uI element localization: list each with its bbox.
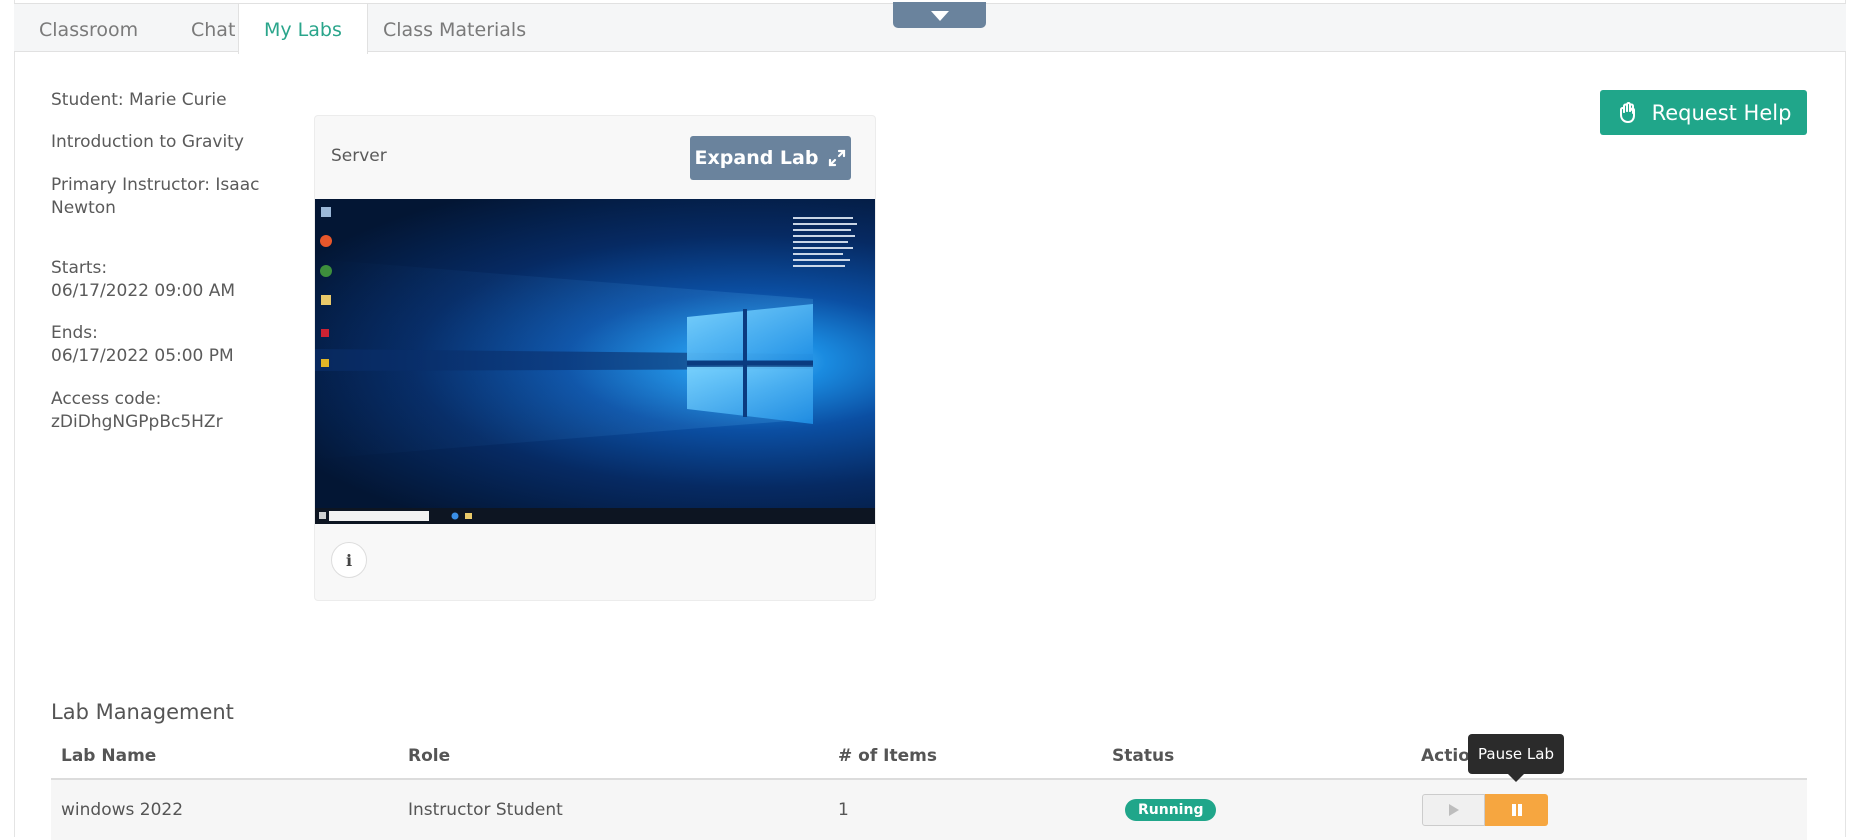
starts-value: 06/17/2022 09:00 AM bbox=[51, 281, 236, 301]
start-lab-button[interactable] bbox=[1422, 794, 1485, 826]
request-help-label: Request Help bbox=[1651, 100, 1792, 125]
tooltip-arrow bbox=[1508, 774, 1524, 782]
cell-lab-name: windows 2022 bbox=[61, 800, 184, 820]
ends-value: 06/17/2022 05:00 PM bbox=[51, 346, 234, 366]
lab-management-title: Lab Management bbox=[51, 700, 234, 724]
tab-my-labs[interactable]: My Labs bbox=[238, 4, 368, 54]
instructor-line-2: Newton bbox=[51, 198, 116, 218]
column-lab-name: Lab Name bbox=[61, 746, 157, 766]
expand-lab-label: Expand Lab bbox=[694, 147, 819, 169]
access-code-label: Access code: bbox=[51, 389, 162, 409]
taskbar-search-box bbox=[329, 511, 429, 521]
server-label: Server bbox=[331, 146, 387, 166]
column-role: Role bbox=[408, 746, 451, 766]
app-icon-2 bbox=[321, 359, 329, 367]
tab-classroom[interactable]: Classroom bbox=[14, 4, 163, 52]
course-title: Introduction to Gravity bbox=[51, 132, 244, 152]
cell-items: 1 bbox=[838, 800, 849, 820]
windows-desktop-image bbox=[315, 207, 875, 524]
column-status: Status bbox=[1112, 746, 1175, 766]
info-icon[interactable]: i bbox=[331, 542, 367, 578]
table-row: windows 2022 Instructor Student 1 Runnin… bbox=[51, 780, 1807, 840]
lab-card: Server Expand Lab i bbox=[314, 115, 876, 601]
pause-icon bbox=[1511, 804, 1522, 816]
page-frame bbox=[14, 0, 1846, 837]
lab-screen-preview[interactable] bbox=[315, 199, 875, 524]
ends-label: Ends: bbox=[51, 323, 98, 343]
recycle-bin-icon bbox=[321, 207, 331, 217]
hand-icon bbox=[1619, 101, 1635, 123]
chevron-down-icon bbox=[931, 11, 949, 21]
folder-icon bbox=[321, 295, 331, 305]
tab-class-materials[interactable]: Class Materials bbox=[358, 4, 551, 52]
windows-start-icon bbox=[319, 512, 326, 519]
expand-arrows-icon bbox=[829, 149, 846, 167]
access-code-value: zDiDhgNGPpBc5HZr bbox=[51, 412, 223, 432]
column-items: # of Items bbox=[838, 746, 937, 766]
collapse-toggle-button[interactable] bbox=[893, 2, 986, 28]
pause-lab-button[interactable] bbox=[1485, 794, 1548, 826]
app-icon bbox=[321, 329, 329, 337]
pause-lab-tooltip: Pause Lab bbox=[1468, 734, 1564, 782]
tooltip-text: Pause Lab bbox=[1478, 745, 1554, 763]
play-icon bbox=[1448, 804, 1459, 816]
chrome-icon bbox=[320, 265, 332, 277]
firefox-icon bbox=[320, 235, 332, 247]
student-name: Student: Marie Curie bbox=[51, 90, 227, 110]
expand-lab-button[interactable]: Expand Lab bbox=[690, 136, 851, 180]
status-badge: Running bbox=[1125, 799, 1217, 821]
instructor-line-1: Primary Instructor: Isaac bbox=[51, 175, 260, 195]
request-help-button[interactable]: Request Help bbox=[1600, 90, 1807, 135]
cell-role: Instructor Student bbox=[408, 800, 563, 820]
starts-label: Starts: bbox=[51, 258, 108, 278]
